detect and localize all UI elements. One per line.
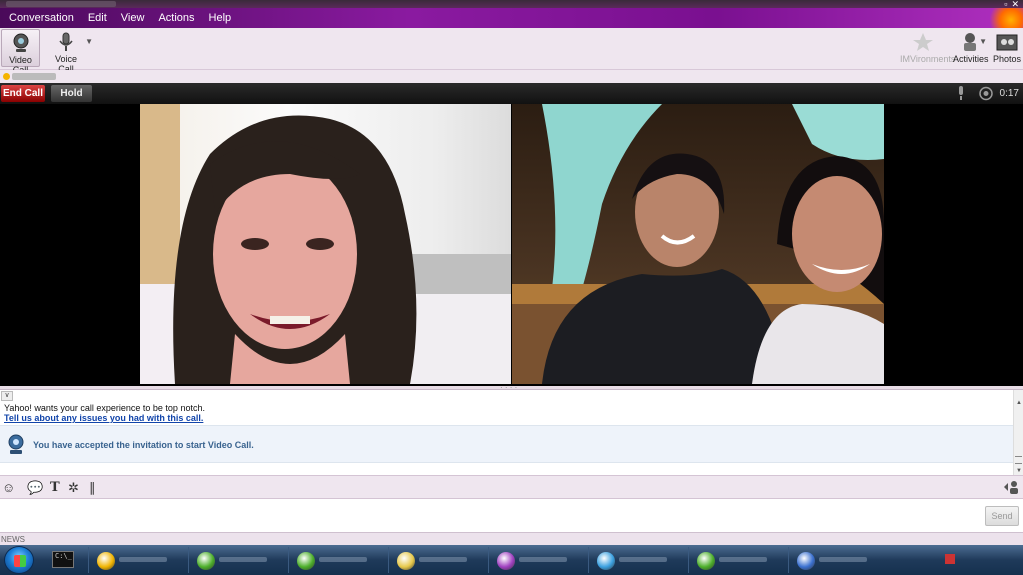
menu-help[interactable]: Help — [202, 8, 239, 28]
taskbar-item[interactable] — [688, 547, 786, 573]
local-video-feed — [512, 104, 884, 384]
webcam-icon — [13, 33, 28, 52]
chevron-down-icon[interactable]: ▼ — [979, 37, 987, 46]
contact-person-icon[interactable] — [1003, 480, 1019, 494]
call-timer: 0:17 — [999, 88, 1019, 99]
emoticon-icon[interactable]: ☺ — [2, 480, 15, 496]
news-bar: NEWS — [0, 532, 1023, 545]
imvironments-button[interactable]: IMVironments — [900, 29, 955, 67]
call-controls-bar: End Call Hold 0:17 — [0, 83, 1023, 104]
conversation-history: ∨ Yahoo! wants your call experience to b… — [0, 389, 1023, 476]
microphone-icon — [59, 32, 73, 51]
taskbar-item[interactable] — [88, 547, 186, 573]
send-button[interactable]: Send — [985, 506, 1019, 526]
speaker-volume-icon[interactable] — [978, 86, 994, 101]
window-controls: _ ▫ ✕ — [995, 0, 1019, 9]
activities-button[interactable]: Activities ▼ — [953, 29, 989, 67]
taskbar-app-icon — [697, 552, 715, 570]
close-icon[interactable]: ✕ — [1011, 0, 1019, 9]
taskbar-item[interactable] — [788, 547, 886, 573]
local-video-scene — [512, 104, 884, 384]
taskbar-app-icon — [497, 552, 515, 570]
taskbar-item[interactable] — [388, 547, 486, 573]
window-title-redacted — [6, 1, 116, 7]
formatting-toolbar: ☺ 💬 T ✲ ∥ — [0, 475, 1023, 499]
start-button[interactable] — [4, 546, 34, 574]
scroll-thumb[interactable] — [1015, 456, 1022, 464]
mic-volume-icon[interactable] — [955, 86, 967, 101]
taskbar-item[interactable] — [488, 547, 586, 573]
taskbar-item-label-redacted — [219, 557, 267, 562]
status-indicator-icon — [3, 73, 10, 80]
message-bubble-icon[interactable]: 💬 — [27, 480, 43, 496]
attachment-icon[interactable]: ∥ — [89, 480, 96, 496]
windows-taskbar: C:\_ — [0, 545, 1023, 575]
photos-icon — [996, 34, 1018, 51]
voice-call-button[interactable]: Voice Call ▼ — [48, 29, 93, 74]
invite-accepted-row: You have accepted the invitation to star… — [0, 425, 1013, 463]
news-label: NEWS — [1, 535, 25, 544]
photos-button[interactable]: Photos — [993, 29, 1021, 67]
collapse-toggle[interactable]: ∨ — [1, 391, 13, 401]
taskbar-item-label-redacted — [419, 557, 467, 562]
video-call-button[interactable]: Video Call — [1, 29, 40, 75]
menu-actions[interactable]: Actions — [151, 8, 201, 28]
windows-logo-icon — [14, 555, 26, 567]
command-prompt-icon[interactable]: C:\_ — [52, 551, 74, 568]
contact-status-row — [0, 70, 1023, 83]
minimize-icon[interactable]: _ — [995, 0, 1000, 9]
feedback-notice-text: Yahoo! wants your call experience to be … — [4, 403, 205, 413]
feedback-link[interactable]: Tell us about any issues you had with th… — [4, 413, 203, 423]
remote-video-scene — [140, 104, 511, 384]
taskbar-app-icon — [397, 552, 415, 570]
chevron-down-icon[interactable]: ▼ — [85, 37, 93, 46]
taskbar-app-icon — [97, 552, 115, 570]
imvironments-label: IMVironments — [900, 54, 956, 64]
menu-view[interactable]: View — [114, 8, 152, 28]
webcam-icon — [8, 434, 24, 454]
taskbar-item[interactable] — [588, 547, 686, 573]
taskbar-app-icon — [797, 552, 815, 570]
taskbar-item-label-redacted — [819, 557, 867, 562]
taskbar-app-icon — [197, 552, 215, 570]
action-center-icon[interactable] — [945, 554, 955, 564]
activities-icon — [964, 33, 976, 51]
system-tray — [923, 545, 1023, 575]
chat-scrollbar[interactable]: ▲ ▼ — [1013, 390, 1023, 476]
scroll-up-icon[interactable]: ▲ — [1014, 400, 1023, 406]
photos-label: Photos — [993, 54, 1022, 64]
maximize-icon[interactable]: ▫ — [1004, 0, 1007, 9]
taskbar-item-label-redacted — [619, 557, 667, 562]
menu-edit[interactable]: Edit — [81, 8, 114, 28]
activities-label: Activities — [953, 54, 989, 64]
taskbar-app-icon — [597, 552, 615, 570]
text-format-icon[interactable]: T — [50, 480, 60, 496]
taskbar-item[interactable] — [288, 547, 386, 573]
imvironments-icon — [913, 33, 933, 51]
menu-bar: Conversation Edit View Actions Help — [0, 8, 1023, 28]
taskbar-app-icon — [297, 552, 315, 570]
message-input[interactable]: Send — [0, 499, 1023, 532]
gear-icon[interactable]: ✲ — [68, 480, 79, 496]
messenger-window: _ ▫ ✕ Conversation Edit View Actions Hel… — [0, 0, 1023, 575]
flame-decoration — [983, 8, 1023, 28]
menu-conversation[interactable]: Conversation — [2, 8, 81, 28]
end-call-button[interactable]: End Call — [1, 85, 45, 102]
taskbar-item-label-redacted — [519, 557, 567, 562]
taskbar-item-label-redacted — [319, 557, 367, 562]
taskbar-item-label-redacted — [119, 557, 167, 562]
contact-name-redacted — [12, 73, 56, 80]
scroll-down-icon[interactable]: ▼ — [1014, 468, 1023, 474]
hold-button[interactable]: Hold — [51, 85, 92, 102]
video-area — [0, 104, 1023, 386]
remote-video-feed — [140, 104, 511, 384]
taskbar-item[interactable] — [188, 547, 286, 573]
toolbar: Video Call Voice Call ▼ IMVironments Act… — [0, 28, 1023, 75]
invite-accepted-text: You have accepted the invitation to star… — [33, 440, 254, 450]
taskbar-item-label-redacted — [719, 557, 767, 562]
title-bar: _ ▫ ✕ — [0, 0, 1023, 9]
